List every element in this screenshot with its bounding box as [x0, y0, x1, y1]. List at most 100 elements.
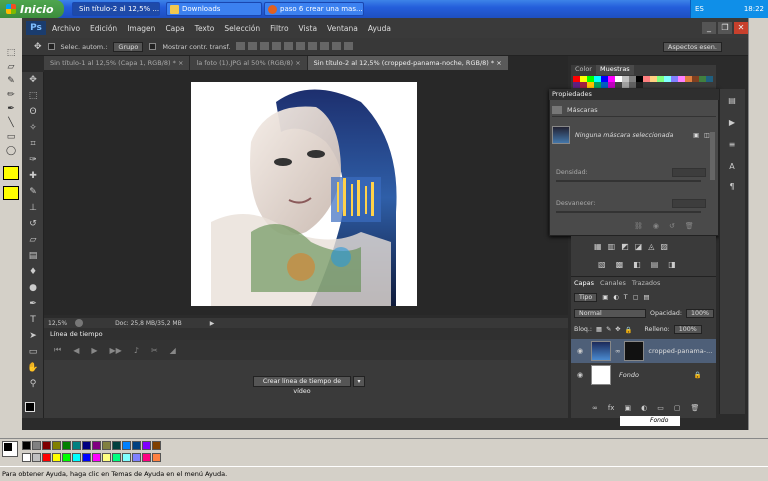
tab-channels[interactable]: Canales [600, 279, 626, 289]
threshold-icon[interactable]: ◧ [633, 260, 641, 269]
selective-color-icon[interactable]: ◨ [668, 260, 676, 269]
menu-capa[interactable]: Capa [165, 24, 184, 33]
curves-icon[interactable]: ◩ [621, 242, 629, 251]
hand-tool-icon[interactable]: ✋ [25, 362, 41, 375]
feather-input[interactable] [672, 198, 706, 208]
status-menu-arrow-icon[interactable]: ▶ [210, 320, 215, 327]
crop-tool-icon[interactable]: ⌗ [25, 138, 41, 151]
menu-filtro[interactable]: Filtro [270, 24, 288, 33]
line-tool-icon[interactable]: ╲ [3, 118, 19, 132]
hsl-icon[interactable]: ▨ [660, 242, 668, 251]
zoom-level[interactable]: 12,5% [48, 320, 67, 327]
eye-icon[interactable]: ◉ [577, 371, 587, 379]
lock-move-icon[interactable]: ✥ [615, 326, 620, 333]
document-canvas[interactable] [191, 82, 417, 306]
actions-icon[interactable]: ▶ [724, 118, 740, 132]
density-input[interactable] [672, 167, 706, 177]
close-icon[interactable]: × [178, 59, 183, 67]
swatch[interactable] [622, 82, 629, 88]
exposure-icon[interactable]: ◪ [635, 242, 643, 251]
tab-document-3[interactable]: Sin título-2 al 12,5% (cropped-panama-no… [307, 56, 508, 70]
menu-ventana[interactable]: Ventana [327, 24, 358, 33]
minimize-icon[interactable]: _ [702, 22, 716, 34]
tab-color[interactable]: Color [571, 65, 596, 75]
palette-color[interactable] [152, 452, 161, 462]
fill-option-2-icon[interactable] [3, 186, 19, 200]
menu-edicion[interactable]: Edición [90, 24, 117, 33]
close-icon[interactable]: × [496, 59, 501, 67]
picker-tool-icon[interactable]: ✎ [3, 76, 19, 90]
filter-smart-icon[interactable]: ▤ [644, 294, 650, 301]
layer-row[interactable]: ◉ Fondo 🔒 [571, 363, 716, 387]
task-downloads[interactable]: Downloads [166, 2, 262, 16]
menu-vista[interactable]: Vista [299, 24, 318, 33]
add-mask-icon[interactable]: ▣ [624, 404, 631, 414]
fill-option-icon[interactable] [3, 166, 19, 180]
tab-document-1[interactable]: Sin título-1 al 12,5% (Capa 1, RGB/8) * … [44, 56, 190, 70]
palette-color[interactable] [102, 441, 111, 450]
auto-select-checkbox[interactable] [47, 43, 55, 50]
swatch[interactable] [573, 82, 580, 88]
tab-paths[interactable]: Trazados [632, 279, 661, 289]
filter-pixel-icon[interactable]: ▣ [602, 294, 608, 301]
density-slider[interactable] [556, 180, 701, 182]
transition-icon[interactable]: ◢ [170, 346, 176, 355]
swatch[interactable] [664, 76, 671, 82]
menu-seleccion[interactable]: Selección [224, 24, 260, 33]
align-top-icon[interactable] [236, 41, 246, 50]
next-frame-icon[interactable]: ▶▶ [110, 346, 122, 355]
swatch[interactable] [580, 82, 587, 88]
palette-color[interactable] [42, 441, 51, 450]
palette-color[interactable] [92, 452, 101, 462]
swatch[interactable] [692, 76, 699, 82]
eyedropper-tool-icon[interactable]: ✑ [25, 154, 41, 167]
pen-tool-icon[interactable]: ✒ [25, 298, 41, 311]
paragraph-icon[interactable]: ¶ [724, 182, 740, 196]
vibrance-icon[interactable]: ◬ [648, 242, 654, 251]
swatch[interactable] [671, 76, 678, 82]
reset-icon[interactable]: ↺ [669, 222, 675, 232]
dodge-tool-icon[interactable]: ● [25, 282, 41, 295]
lock-pixels-icon[interactable]: ▦ [596, 326, 602, 333]
foreground-color-swatch[interactable] [25, 402, 35, 412]
character-icon[interactable]: A [724, 162, 740, 176]
adjust-icon[interactable]: ≡ [724, 140, 740, 154]
palette-color[interactable] [142, 441, 151, 450]
invert-icon[interactable]: ▧ [598, 260, 606, 269]
align-right-icon[interactable] [296, 41, 306, 50]
fx-icon[interactable]: fx [608, 404, 615, 414]
brush-tool-icon[interactable]: ✎ [25, 186, 41, 199]
lock-all-icon[interactable]: 🔒 [625, 326, 633, 334]
language-indicator[interactable]: ES [695, 5, 704, 13]
close-icon[interactable]: ✕ [734, 22, 748, 34]
brush-tool-icon[interactable]: ✒ [3, 104, 19, 118]
palette-color[interactable] [122, 452, 131, 462]
lock-paint-icon[interactable]: ✎ [606, 326, 611, 333]
window-scrollbar[interactable] [748, 18, 768, 430]
distribute-4-icon[interactable] [344, 41, 354, 50]
type-tool-icon[interactable]: T [25, 314, 41, 327]
adjustment-layer-icon[interactable]: ◐ [641, 404, 647, 414]
align-bottom-icon[interactable] [260, 41, 270, 50]
group-dropdown[interactable]: Grupo [113, 41, 144, 52]
align-left-icon[interactable] [272, 41, 282, 50]
tab-swatches[interactable]: Muestras [595, 65, 634, 75]
swatch[interactable] [615, 82, 622, 88]
first-frame-icon[interactable]: ⏮ [54, 345, 61, 355]
menu-ayuda[interactable]: Ayuda [368, 24, 391, 33]
move-tool-icon[interactable]: ✥ [34, 42, 42, 52]
swatch[interactable] [685, 76, 692, 82]
palette-color[interactable] [132, 452, 141, 462]
visibility-icon[interactable]: ◉ [653, 222, 659, 232]
palette-color[interactable] [132, 441, 141, 450]
swatch[interactable] [594, 82, 601, 88]
task-photoshop[interactable]: Sin título-2 al 12,5% ... [72, 2, 160, 16]
eye-icon[interactable]: ◉ [577, 347, 587, 355]
filter-adjust-icon[interactable]: ◐ [613, 294, 619, 301]
stamp-tool-icon[interactable]: ⊥ [25, 202, 41, 215]
align-center-icon[interactable] [284, 41, 294, 50]
palette-color[interactable] [32, 452, 41, 462]
close-icon[interactable]: × [295, 59, 300, 67]
mask-thumbnail[interactable] [624, 341, 645, 361]
quick-select-tool-icon[interactable]: ✧ [25, 122, 41, 135]
